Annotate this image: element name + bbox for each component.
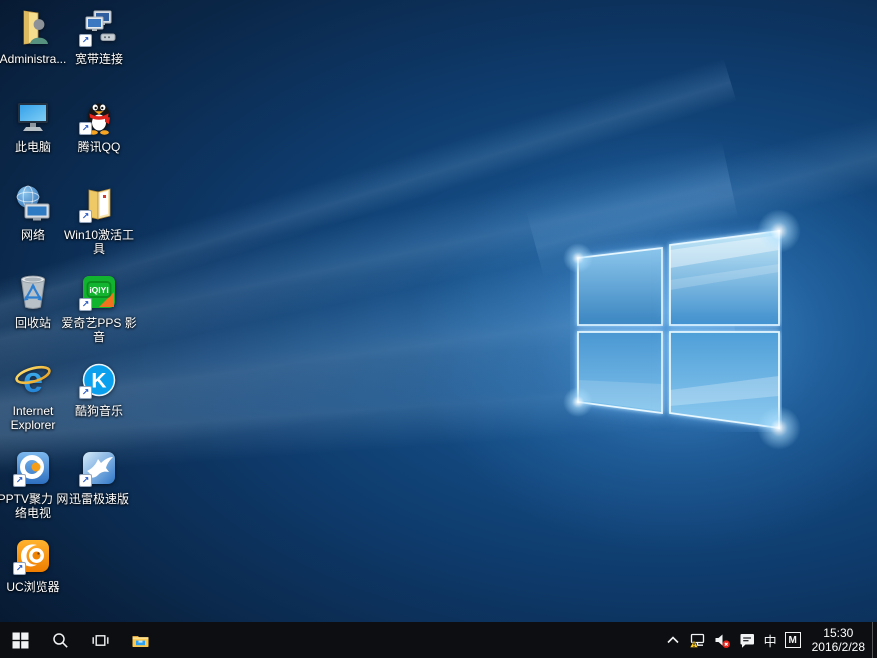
ie-icon: e [13, 360, 53, 400]
system-tray: 中 M 15:30 2016/2/28 [661, 622, 877, 658]
windows-start-icon [12, 632, 29, 649]
pptv-icon: ↗ [13, 448, 53, 488]
desktop: Administra... 此电脑 [0, 0, 877, 658]
desktop-icon-grid: Administra... 此电脑 [0, 8, 132, 624]
desktop-icon-label: 腾讯QQ [59, 140, 139, 154]
desktop-icon-label: UC浏览器 [0, 580, 73, 594]
desktop-icon-this-pc[interactable]: 此电脑 [0, 96, 66, 184]
search-button[interactable] [40, 622, 80, 658]
show-desktop-button[interactable] [872, 622, 877, 658]
task-view-icon [92, 632, 109, 649]
desktop-icon-kugou[interactable]: K ↗ 酷狗音乐 [66, 360, 132, 448]
ime-mode-indicator[interactable]: 中 [760, 622, 781, 658]
user-folder-icon [13, 8, 53, 48]
shortcut-arrow-icon: ↗ [79, 386, 92, 399]
uc-browser-icon: ↗ [13, 536, 53, 576]
recycle-bin-icon [13, 272, 53, 312]
start-button[interactable] [0, 622, 40, 658]
file-explorer-folder-icon [131, 632, 150, 649]
svg-text:iQIYI: iQIYI [89, 285, 108, 295]
desktop-icon-label: Win10激活工具 [59, 228, 139, 256]
volume-muted-icon [714, 632, 731, 649]
file-explorer-button[interactable] [120, 622, 160, 658]
shortcut-arrow-icon: ↗ [13, 562, 26, 575]
desktop-icon-broadband[interactable]: ↗ 宽带连接 [66, 8, 132, 96]
ime-badge-letter: M [785, 632, 801, 648]
monitor-icon [13, 96, 53, 136]
desktop-icon-label: 宽带连接 [59, 52, 139, 66]
desktop-icon-internet-explorer[interactable]: e Internet Explorer [0, 360, 66, 448]
xunlei-bird-icon: ↗ [79, 448, 119, 488]
desktop-icon-recycle-bin[interactable]: 回收站 [0, 272, 66, 360]
shortcut-arrow-icon: ↗ [79, 34, 92, 47]
taskbar-clock[interactable]: 15:30 2016/2/28 [805, 622, 872, 658]
desktop-icon-label: 迅雷极速版 [59, 492, 139, 506]
clock-date: 2016/2/28 [812, 640, 865, 654]
desktop-icon-administrator[interactable]: Administra... [0, 8, 66, 96]
open-folder-icon: ↗ [79, 184, 119, 224]
network-warning-icon [689, 632, 706, 649]
desktop-icon-uc-browser[interactable]: ↗ UC浏览器 [0, 536, 66, 624]
globe-monitor-icon [13, 184, 53, 224]
network-status-button[interactable] [685, 622, 710, 658]
clock-time: 15:30 [823, 626, 853, 640]
taskbar: 中 M 15:30 2016/2/28 [0, 622, 877, 658]
ime-language-badge[interactable]: M [781, 622, 805, 658]
shortcut-arrow-icon: ↗ [79, 210, 92, 223]
show-hidden-icons-button[interactable] [661, 622, 685, 658]
shortcut-arrow-icon: ↗ [13, 474, 26, 487]
desktop-icon-xunlei[interactable]: ↗ 迅雷极速版 [66, 448, 132, 536]
iqiyi-icon: iQIYI ↗ [79, 272, 119, 312]
desktop-icon-label: 爱奇艺PPS 影音 [59, 316, 139, 344]
shortcut-arrow-icon: ↗ [79, 298, 92, 311]
desktop-icon-win10-activation-tool[interactable]: ↗ Win10激活工具 [66, 184, 132, 272]
kugou-icon: K ↗ [79, 360, 119, 400]
broadband-icon: ↗ [79, 8, 119, 48]
qq-penguin-icon: ↗ [79, 96, 119, 136]
action-center-icon [739, 632, 756, 649]
desktop-icon-qq[interactable]: ↗ 腾讯QQ [66, 96, 132, 184]
desktop-icon-pptv[interactable]: ↗ PPTV聚力 网络电视 [0, 448, 66, 536]
action-center-button[interactable] [735, 622, 760, 658]
desktop-icon-iqiyi[interactable]: iQIYI ↗ 爱奇艺PPS 影音 [66, 272, 132, 360]
task-view-button[interactable] [80, 622, 120, 658]
desktop-icon-network[interactable]: 网络 [0, 184, 66, 272]
shortcut-arrow-icon: ↗ [79, 474, 92, 487]
chevron-up-icon [665, 632, 681, 648]
desktop-icon-label: 酷狗音乐 [59, 404, 139, 418]
svg-text:K: K [91, 370, 106, 393]
shortcut-arrow-icon: ↗ [79, 122, 92, 135]
search-icon [52, 632, 69, 649]
volume-button[interactable] [710, 622, 735, 658]
